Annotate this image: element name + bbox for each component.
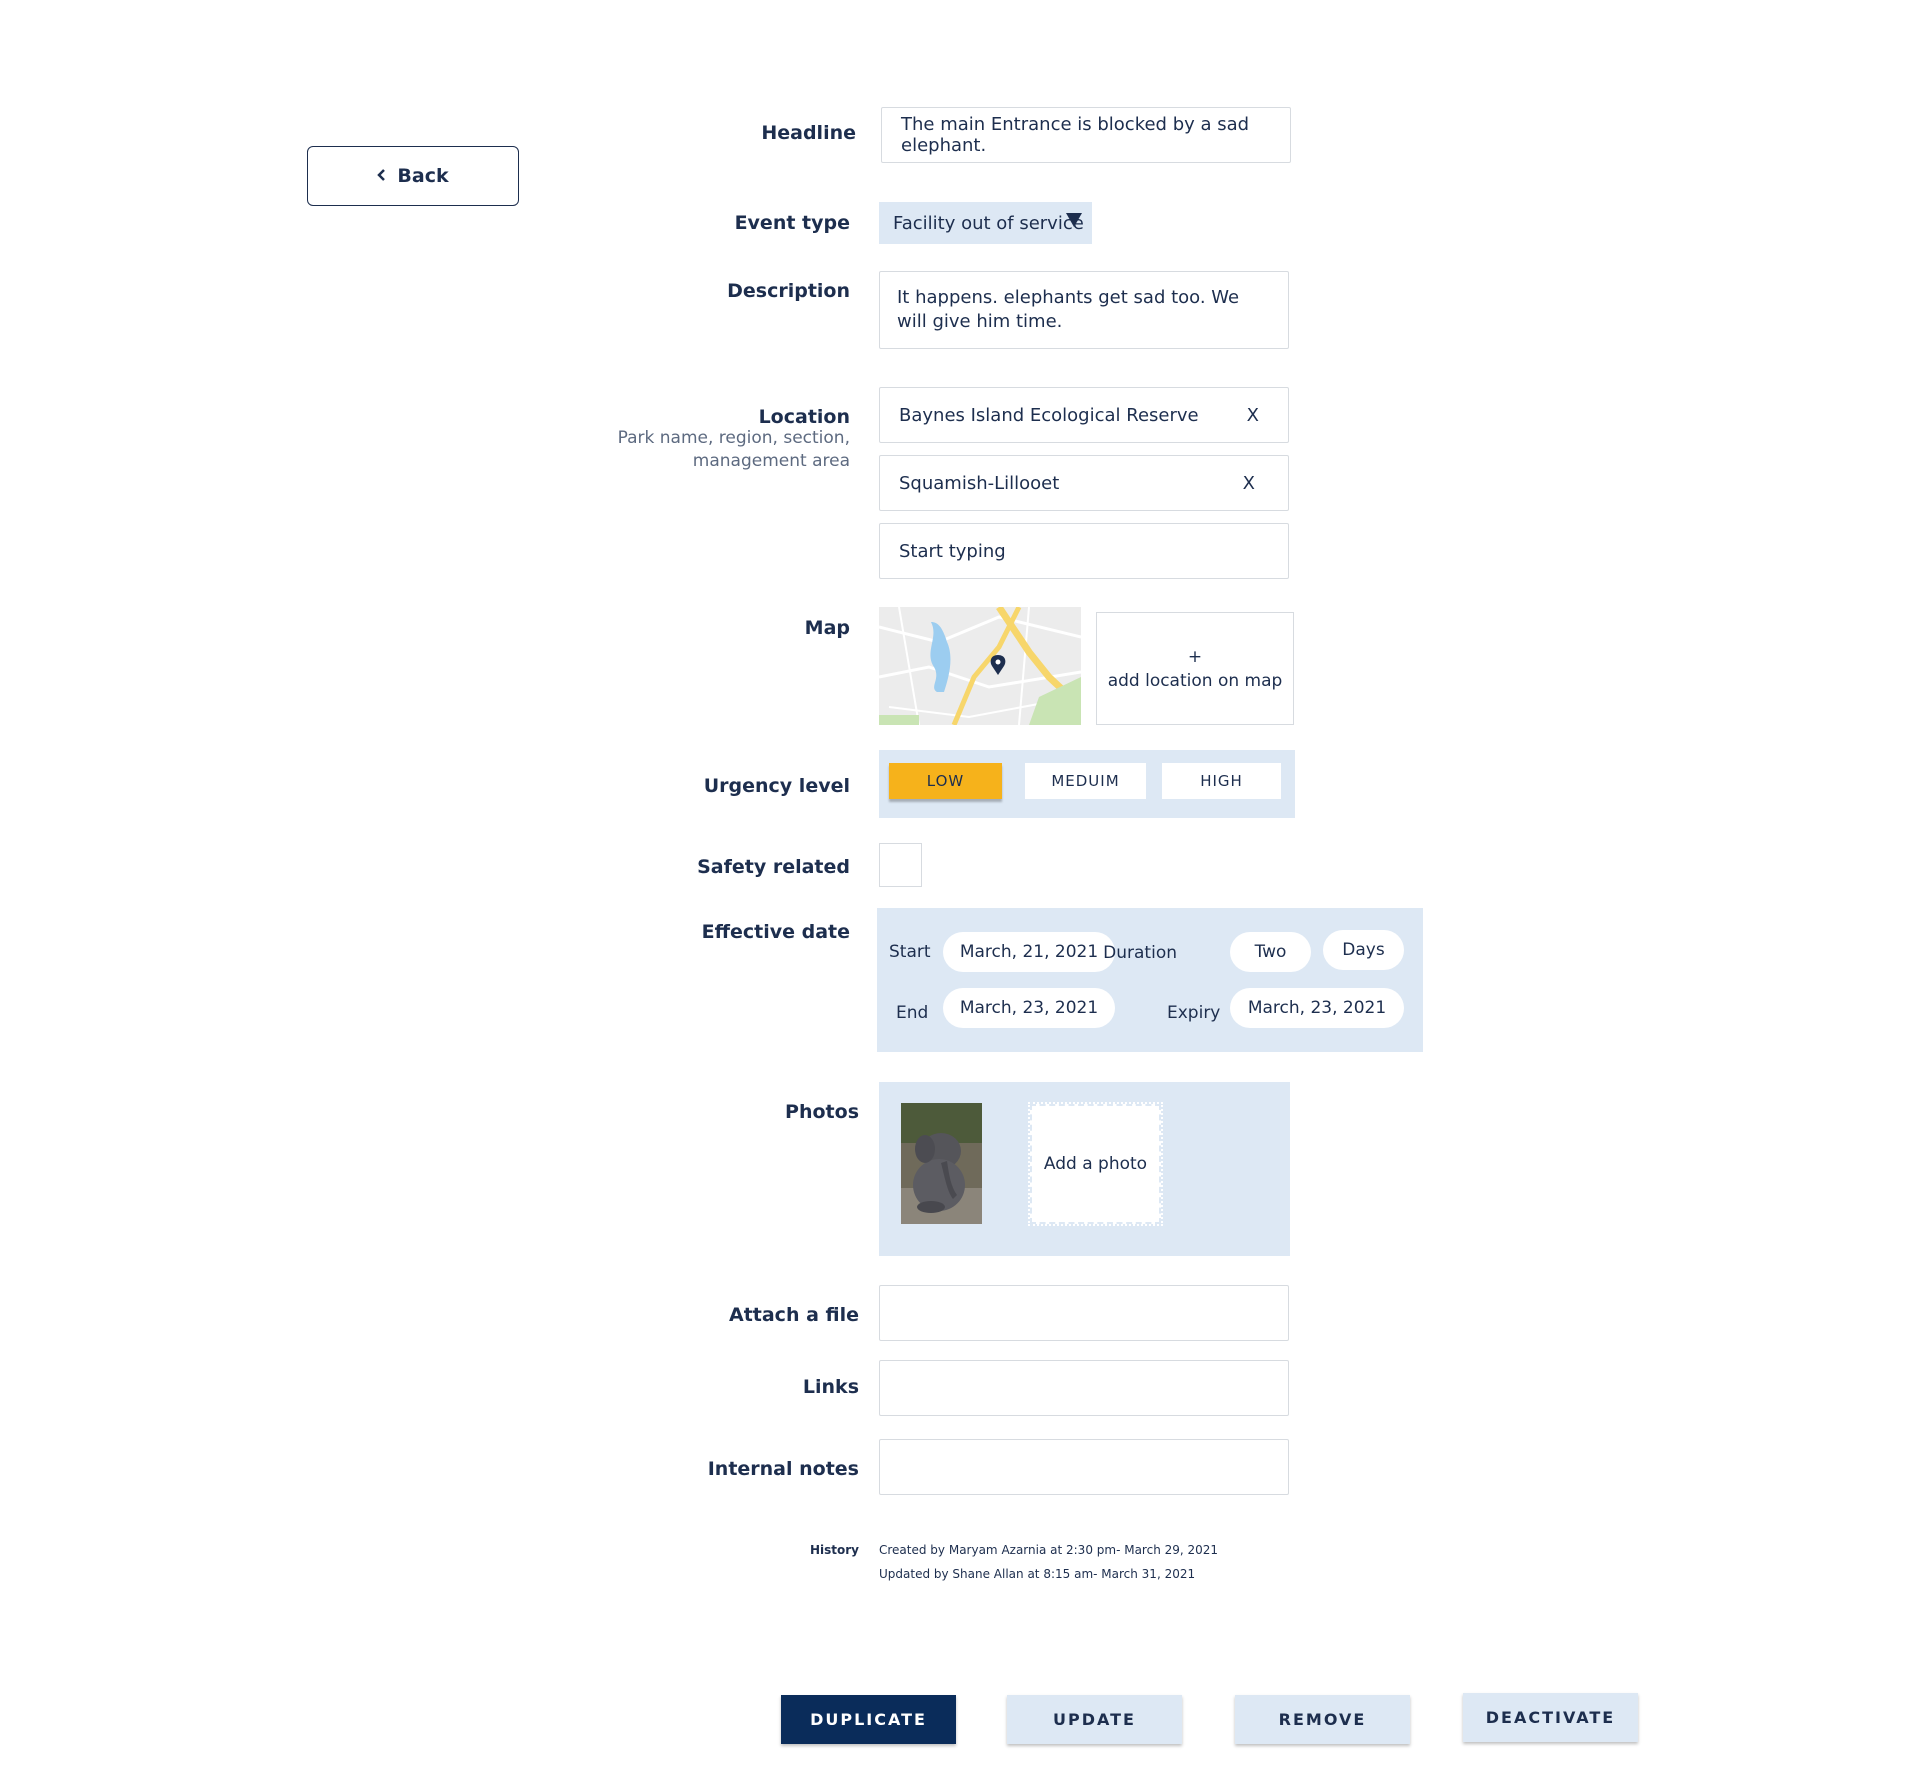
attach-label: Attach a file: [728, 1304, 859, 1326]
headline-value: The main Entrance is blocked by a sad el…: [901, 114, 1250, 156]
add-location-label: add location on map: [1107, 670, 1283, 691]
expiry-date-input[interactable]: March, 23, 2021: [1230, 988, 1404, 1028]
map-label: Map: [804, 617, 850, 639]
attach-file-input[interactable]: [879, 1285, 1289, 1341]
update-button[interactable]: UPDATE: [1007, 1695, 1182, 1744]
location-search-input[interactable]: Start typing: [879, 523, 1289, 579]
internal-notes-input[interactable]: [879, 1439, 1289, 1495]
location-hint: Park name, region, section, management a…: [617, 428, 850, 471]
start-label: Start: [889, 942, 931, 962]
location-label: Location: [758, 406, 850, 428]
safety-checkbox[interactable]: [879, 843, 922, 887]
back-label: Back: [397, 165, 449, 187]
remove-button[interactable]: REMOVE: [1235, 1695, 1410, 1744]
description-value: It happens. elephants get sad too. We wi…: [897, 287, 1240, 332]
start-date-input[interactable]: March, 21, 2021: [943, 932, 1115, 972]
urgency-selector: LOW MEDUIM HIGH: [879, 750, 1295, 818]
event-type-label: Event type: [734, 212, 850, 234]
history-label: History: [809, 1543, 859, 1557]
duration-value-input[interactable]: Two: [1230, 932, 1311, 972]
safety-label: Safety related: [697, 856, 850, 878]
effective-date-panel: Start March, 21, 2021 End March, 23, 202…: [877, 908, 1423, 1052]
urgency-high-button[interactable]: HIGH: [1162, 763, 1281, 799]
location-tag: Squamish-Lillooet X: [879, 455, 1289, 511]
event-type-select[interactable]: Facility out of service: [879, 202, 1092, 244]
duplicate-button[interactable]: DUPLICATE: [781, 1695, 956, 1744]
map-thumbnail[interactable]: [879, 607, 1081, 725]
photos-label: Photos: [785, 1101, 859, 1123]
links-label: Links: [802, 1376, 859, 1398]
add-photo-button[interactable]: Add a photo: [1028, 1102, 1163, 1226]
event-type-value: Facility out of service: [893, 212, 1084, 234]
headline-input[interactable]: The main Entrance is blocked by a sad el…: [881, 107, 1291, 163]
urgency-low-button[interactable]: LOW: [889, 763, 1002, 799]
caret-down-icon: [1066, 213, 1082, 227]
location-placeholder: Start typing: [899, 540, 1006, 562]
deactivate-button[interactable]: DEACTIVATE: [1463, 1693, 1638, 1742]
end-label: End: [896, 1003, 929, 1023]
links-input[interactable]: [879, 1360, 1289, 1416]
urgency-medium-button[interactable]: MEDUIM: [1025, 763, 1146, 799]
effective-date-label: Effective date: [701, 921, 850, 943]
location-tag-label: Squamish-Lillooet: [899, 472, 1060, 494]
photos-panel: Add a photo: [879, 1082, 1290, 1256]
expiry-label: Expiry: [1167, 1003, 1221, 1023]
headline-label: Headline: [761, 122, 856, 144]
history-updated: Updated by Shane Allan at 8:15 am- March…: [879, 1567, 1196, 1581]
location-tag: Baynes Island Ecological Reserve X: [879, 387, 1289, 443]
add-photo-label: Add a photo: [1043, 1154, 1148, 1174]
elephant-photo[interactable]: [901, 1103, 982, 1224]
internal-notes-label: Internal notes: [707, 1458, 859, 1480]
back-button[interactable]: Back: [307, 146, 519, 206]
description-textarea[interactable]: It happens. elephants get sad too. We wi…: [879, 271, 1289, 349]
remove-tag-button[interactable]: X: [1247, 388, 1259, 442]
description-label: Description: [727, 280, 850, 302]
add-location-on-map-button[interactable]: + add location on map: [1096, 612, 1294, 725]
end-date-input[interactable]: March, 23, 2021: [943, 988, 1115, 1028]
duration-label: Duration: [1103, 943, 1177, 963]
history-created: Created by Maryam Azarnia at 2:30 pm- Ma…: [879, 1543, 1219, 1557]
chevron-left-icon: [377, 165, 387, 187]
duration-unit-select[interactable]: Days: [1323, 930, 1404, 970]
remove-tag-button[interactable]: X: [1243, 456, 1255, 510]
location-tag-label: Baynes Island Ecological Reserve: [899, 404, 1199, 426]
plus-icon: +: [1187, 646, 1203, 667]
urgency-label: Urgency level: [703, 775, 850, 797]
